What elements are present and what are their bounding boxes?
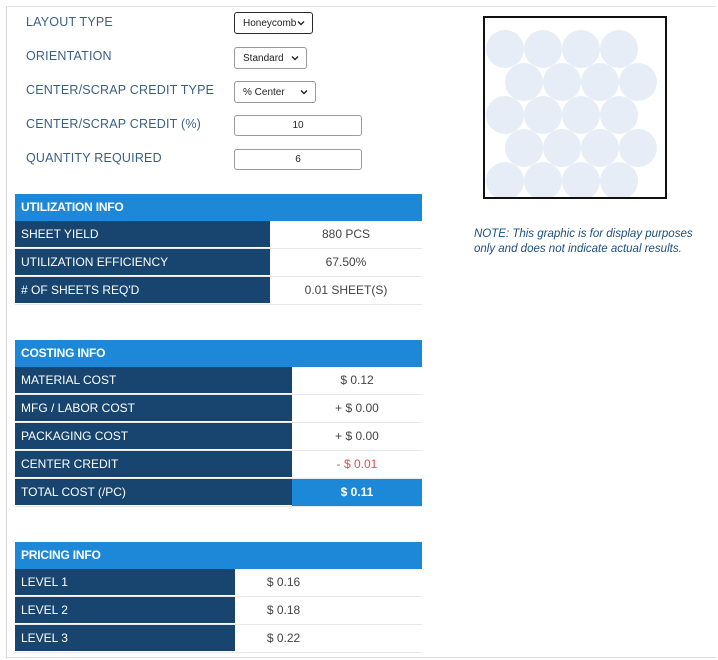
row-label: MFG / LABOR COST (15, 395, 292, 422)
row-value: $ 0.16 (266, 575, 301, 589)
orientation-label: ORIENTATION (26, 49, 112, 63)
row-value: + $ 0.00 (335, 401, 379, 415)
table-row: CENTER CREDIT - $ 0.01 (15, 451, 422, 479)
chevron-down-icon (297, 21, 305, 26)
row-label: SHEET YIELD (15, 221, 270, 248)
row-label: PACKAGING COST (15, 423, 292, 450)
row-label: MATERIAL COST (15, 367, 292, 394)
center-credit-value: - $ 0.01 (336, 457, 378, 471)
table-row: UTILIZATION EFFICIENCY 67.50% (15, 249, 422, 277)
table-row: LEVEL 1 $ 0.16 (15, 569, 422, 597)
credit-pct-label: CENTER/SCRAP CREDIT (%) (26, 117, 201, 131)
pricing-table: PRICING INFO LEVEL 1 $ 0.16 LEVEL 2 $ 0.… (15, 542, 422, 653)
row-label: # OF SHEETS REQ'D (15, 277, 270, 304)
orientation-value: Standard (243, 52, 284, 64)
table-row: # OF SHEETS REQ'D 0.01 SHEET(S) (15, 277, 422, 305)
row-label: CENTER CREDIT (15, 451, 292, 478)
table-row: LEVEL 3 $ 0.22 (15, 625, 422, 653)
orientation-select[interactable]: Standard (234, 47, 307, 69)
table-row: SHEET YIELD 880 PCS (15, 221, 422, 249)
table-row: LEVEL 2 $ 0.18 (15, 597, 422, 625)
costing-table: COSTING INFO MATERIAL COST $ 0.12 MFG / … (15, 340, 422, 507)
layout-preview-graphic (483, 16, 667, 199)
graphic-note: NOTE: This graphic is for display purpos… (474, 228, 693, 255)
table-row: MFG / LABOR COST + $ 0.00 (15, 395, 422, 423)
total-cost-value: $ 0.11 (292, 479, 422, 506)
chevron-down-icon (300, 90, 308, 95)
row-label: LEVEL 3 (15, 625, 235, 652)
layout-type-value: Honeycomb (243, 17, 297, 29)
row-value: $ 0.22 (266, 631, 301, 645)
credit-pct-input[interactable]: 10 (234, 115, 362, 136)
row-label: TOTAL COST (/PC) (15, 479, 292, 506)
table-row: MATERIAL COST $ 0.12 (15, 367, 422, 395)
credit-type-value: % Center (243, 86, 285, 98)
chevron-down-icon (291, 56, 299, 61)
table-row: PACKAGING COST + $ 0.00 (15, 423, 422, 451)
total-row: TOTAL COST (/PC) $ 0.11 (15, 479, 422, 507)
row-value: $ 0.12 (340, 373, 374, 387)
quantity-label: QUANTITY REQUIRED (26, 151, 162, 165)
row-label: UTILIZATION EFFICIENCY (15, 249, 270, 276)
credit-type-label: CENTER/SCRAP CREDIT TYPE (26, 83, 215, 97)
row-value: $ 0.18 (266, 603, 301, 617)
layout-type-label: LAYOUT TYPE (26, 15, 113, 29)
honeycomb-layout-illustration (486, 30, 657, 197)
quantity-input[interactable]: 6 (234, 149, 362, 170)
row-value: + $ 0.00 (335, 429, 379, 443)
pricing-header: PRICING INFO (15, 542, 422, 569)
utilization-table: UTILIZATION INFO SHEET YIELD 880 PCS UTI… (15, 194, 422, 305)
row-value: 0.01 SHEET(S) (304, 283, 388, 297)
row-label: LEVEL 1 (15, 569, 235, 596)
utilization-header: UTILIZATION INFO (15, 194, 422, 221)
row-label: LEVEL 2 (15, 597, 235, 624)
row-value: 880 PCS (321, 227, 371, 241)
costing-header: COSTING INFO (15, 340, 422, 367)
layout-type-select[interactable]: Honeycomb (234, 12, 313, 34)
credit-type-select[interactable]: % Center (234, 81, 316, 103)
row-value: 67.50% (325, 255, 367, 269)
